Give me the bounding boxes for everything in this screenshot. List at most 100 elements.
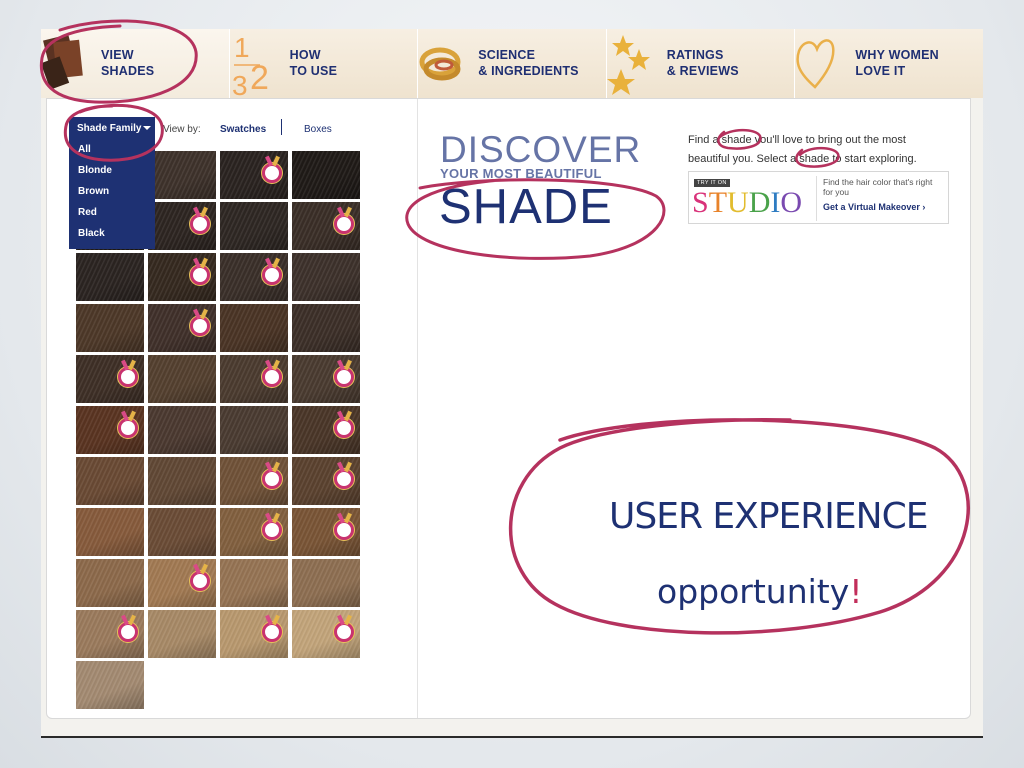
nav-ratings-reviews[interactable]: RATINGS & REVIEWS <box>606 29 796 98</box>
shade-swatch[interactable] <box>76 457 144 505</box>
nav-label: VIEW SHADES <box>101 48 155 78</box>
panel-divider <box>417 99 418 718</box>
award-medal-icon <box>262 367 282 387</box>
content-panel: Shade Family All Blonde Brown Red Black … <box>46 98 971 719</box>
callout-word: opportunity <box>657 572 850 611</box>
shade-swatch[interactable] <box>148 508 216 556</box>
shade-swatch[interactable] <box>76 661 144 709</box>
shade-swatch[interactable] <box>76 355 144 403</box>
shade-swatch[interactable] <box>148 559 216 607</box>
shade-swatch[interactable] <box>220 457 288 505</box>
studio-logo: STUDIO <box>692 186 802 220</box>
shade-family-menu: All Blonde Brown Red Black <box>69 139 155 249</box>
studio-divider <box>816 176 817 221</box>
heart-icon <box>796 39 835 89</box>
award-medal-icon <box>190 265 210 285</box>
nav-why-women-love-it[interactable]: WHY WOMEN LOVE IT <box>795 29 983 98</box>
award-medal-icon <box>334 418 354 438</box>
step-digit-2: 2 <box>250 59 269 97</box>
award-medal-icon <box>118 367 138 387</box>
dropdown-option-red[interactable]: Red <box>69 202 155 223</box>
award-medal-icon <box>118 418 138 438</box>
nav-view-shades[interactable]: VIEW SHADES <box>41 29 230 98</box>
top-navigation: VIEW SHADES 1 3 2 HOW TO USE SCIENCE & I… <box>41 29 983 98</box>
shade-swatch[interactable] <box>292 202 360 250</box>
award-medal-icon <box>118 622 138 642</box>
shade-swatch[interactable] <box>292 151 360 199</box>
shade-swatch[interactable] <box>292 304 360 352</box>
slide: VIEW SHADES 1 3 2 HOW TO USE SCIENCE & I… <box>41 29 983 738</box>
callout-line-1: USER EXPERIENCE <box>609 496 928 537</box>
shade-swatch[interactable] <box>220 202 288 250</box>
nav-label: HOW TO USE <box>289 48 338 78</box>
nav-label: RATINGS & REVIEWS <box>666 48 739 78</box>
shade-swatch[interactable] <box>292 406 360 454</box>
shade-swatch[interactable] <box>76 253 144 301</box>
shade-swatch[interactable] <box>148 355 216 403</box>
hero-title-top: DISCOVER <box>440 129 642 170</box>
nav-label: SCIENCE & INGREDIENTS <box>478 48 579 78</box>
step-digit-3: 3 <box>232 70 248 98</box>
studio-promo[interactable]: TRY IT ON STUDIO Find the hair color tha… <box>688 171 949 224</box>
shade-swatch[interactable] <box>76 610 144 658</box>
shade-swatch[interactable] <box>220 559 288 607</box>
shade-swatch[interactable] <box>148 151 216 199</box>
dropdown-option-black[interactable]: Black <box>69 223 155 244</box>
step-digit-1: 1 <box>234 32 250 63</box>
shade-swatch[interactable] <box>148 457 216 505</box>
shade-swatch[interactable] <box>148 406 216 454</box>
studio-letter: U <box>727 186 749 219</box>
shade-swatch[interactable] <box>220 304 288 352</box>
hair-swatch-icon <box>41 34 83 90</box>
view-swatches-link[interactable]: Swatches <box>220 124 266 135</box>
award-medal-icon <box>334 214 354 234</box>
studio-letter: D <box>748 186 771 219</box>
steps-123-icon: 1 3 2 <box>232 32 269 98</box>
studio-description: Find the hair color that's right for you <box>823 177 933 197</box>
shade-swatch[interactable] <box>148 304 216 352</box>
award-medal-icon <box>334 520 354 540</box>
shade-swatch[interactable] <box>220 253 288 301</box>
shade-swatch[interactable] <box>220 610 288 658</box>
award-medal-icon <box>262 520 282 540</box>
shade-swatch[interactable] <box>148 610 216 658</box>
shade-swatch[interactable] <box>76 406 144 454</box>
shade-swatch[interactable] <box>76 304 144 352</box>
hero-title-main: SHADE <box>439 180 613 234</box>
shade-swatch[interactable] <box>220 508 288 556</box>
nav-science-ingredients[interactable]: SCIENCE & INGREDIENTS <box>418 29 607 98</box>
rings-icon <box>419 47 461 81</box>
shade-swatch[interactable] <box>220 355 288 403</box>
shade-swatch[interactable] <box>292 559 360 607</box>
stars-icon <box>606 35 650 95</box>
shade-swatch[interactable] <box>220 151 288 199</box>
shade-swatch[interactable] <box>292 355 360 403</box>
shade-swatch[interactable] <box>148 202 216 250</box>
shade-swatch[interactable] <box>292 610 360 658</box>
shade-swatch[interactable] <box>292 457 360 505</box>
award-medal-icon <box>334 469 354 489</box>
shade-swatch[interactable] <box>148 253 216 301</box>
shade-family-label: Shade Family <box>77 123 142 134</box>
dropdown-option-all[interactable]: All <box>69 139 155 160</box>
shade-swatch[interactable] <box>76 559 144 607</box>
view-separator <box>281 119 282 135</box>
callout-line-2: opportunity! <box>657 572 862 611</box>
shade-swatch[interactable] <box>292 253 360 301</box>
nav-how-to-use[interactable]: 1 3 2 HOW TO USE <box>229 29 419 98</box>
studio-letter: S <box>692 186 709 219</box>
shade-swatch[interactable] <box>76 508 144 556</box>
studio-letter: I <box>770 186 781 219</box>
shade-swatch[interactable] <box>292 508 360 556</box>
dropdown-option-brown[interactable]: Brown <box>69 181 155 202</box>
virtual-makeover-link[interactable]: Get a Virtual Makeover › <box>823 202 925 212</box>
dropdown-option-blonde[interactable]: Blonde <box>69 160 155 181</box>
find-shade-text: Find a shade you'll love to bring out th… <box>688 134 917 165</box>
chevron-down-icon <box>143 126 151 130</box>
view-boxes-link[interactable]: Boxes <box>304 124 332 135</box>
shade-swatch[interactable] <box>220 406 288 454</box>
award-medal-icon <box>190 214 210 234</box>
view-by-label: View by: <box>163 124 201 135</box>
shade-family-dropdown[interactable]: Shade Family <box>69 117 155 139</box>
award-medal-icon <box>262 163 282 183</box>
